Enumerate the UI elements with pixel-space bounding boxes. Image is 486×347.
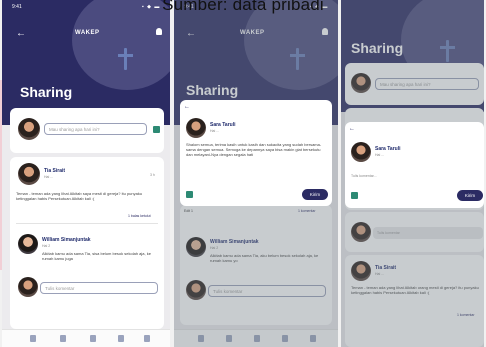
comment-textarea[interactable]: Tulis komentar... xyxy=(351,174,377,178)
post-author: Tia Sirait xyxy=(44,168,66,174)
post-text: Teman - teman ada yang lihat Alkitab say… xyxy=(16,191,143,201)
feed-card: Tia Sirait Hai ... 3 h Teman - teman ada… xyxy=(10,157,164,329)
avatar xyxy=(18,234,38,254)
back-arrow-icon[interactable]: ← xyxy=(349,126,355,132)
comment-input[interactable]: Tulis komentar xyxy=(40,282,158,294)
divider xyxy=(16,223,158,224)
avatar xyxy=(18,277,38,297)
bell-icon[interactable] xyxy=(156,28,162,35)
send-button[interactable]: Kirim xyxy=(302,189,328,200)
reply-author: William Simanjuntak xyxy=(42,237,91,243)
avatar xyxy=(18,163,40,185)
app-logo: WAKEP xyxy=(75,30,100,36)
post-time: 3 h xyxy=(150,173,155,177)
reply-link[interactable]: 1 balas ketulut xyxy=(128,214,151,218)
phone-screen-post-detail: 9:41 ▪ ◆ ▬ ← WAKEP Sharing Edit 1 1 kome… xyxy=(174,0,338,347)
cross-icon xyxy=(118,48,133,70)
image-upload-icon[interactable] xyxy=(351,192,358,199)
avatar xyxy=(351,142,371,162)
compose-card: Mau sharing apa hari ini? xyxy=(10,108,164,153)
post-text: Shalom semua, terima kasih untuk kasih d… xyxy=(186,142,322,157)
book-icon[interactable] xyxy=(60,335,66,342)
back-arrow-icon[interactable]: ← xyxy=(184,104,190,110)
settings-icon[interactable] xyxy=(144,335,150,342)
image-upload-icon[interactable] xyxy=(153,126,160,133)
phone-screen-feed: 9:41 ▪ ◆ ▬ ← WAKEP Sharing Mau sharing a… xyxy=(2,0,170,347)
home-icon[interactable] xyxy=(30,335,36,342)
back-arrow-icon[interactable]: ← xyxy=(16,28,26,39)
profile-icon[interactable] xyxy=(118,335,124,342)
post-meta: Hai ... xyxy=(210,129,220,133)
image-upload-icon[interactable] xyxy=(186,191,193,198)
post-author: Sara Taruli xyxy=(375,146,401,152)
phone-screen-comment: Sharing Mau sharing apa hari ini? Tulis … xyxy=(341,0,484,347)
post-author: Sara Taruli xyxy=(210,122,236,128)
header-banner: 9:41 ▪ ◆ ▬ ← WAKEP Sharing xyxy=(2,0,170,125)
bottom-nav xyxy=(2,329,170,347)
post-meta: Hai ... xyxy=(44,175,54,179)
post-detail-modal: ← Sara Taruli Hai ... Shalom semua, teri… xyxy=(180,100,332,206)
comment-modal: ← Sara Taruli Hai ... Tulis komentar... … xyxy=(345,122,484,208)
avatar xyxy=(186,118,206,138)
page-title: Sharing xyxy=(20,84,73,100)
figure-caption: Sumber: data pribadi xyxy=(162,0,324,14)
compose-input[interactable]: Mau sharing apa hari ini? xyxy=(44,123,147,135)
reply-meta: Hai 2 xyxy=(42,244,51,248)
reply-text: Alkitab kamu ada sama Tia, sisa belum be… xyxy=(42,251,151,261)
avatar xyxy=(18,118,40,140)
post-meta: Hai ... xyxy=(375,153,385,157)
send-button[interactable]: Kirim xyxy=(457,190,483,201)
chat-icon[interactable] xyxy=(90,335,96,342)
